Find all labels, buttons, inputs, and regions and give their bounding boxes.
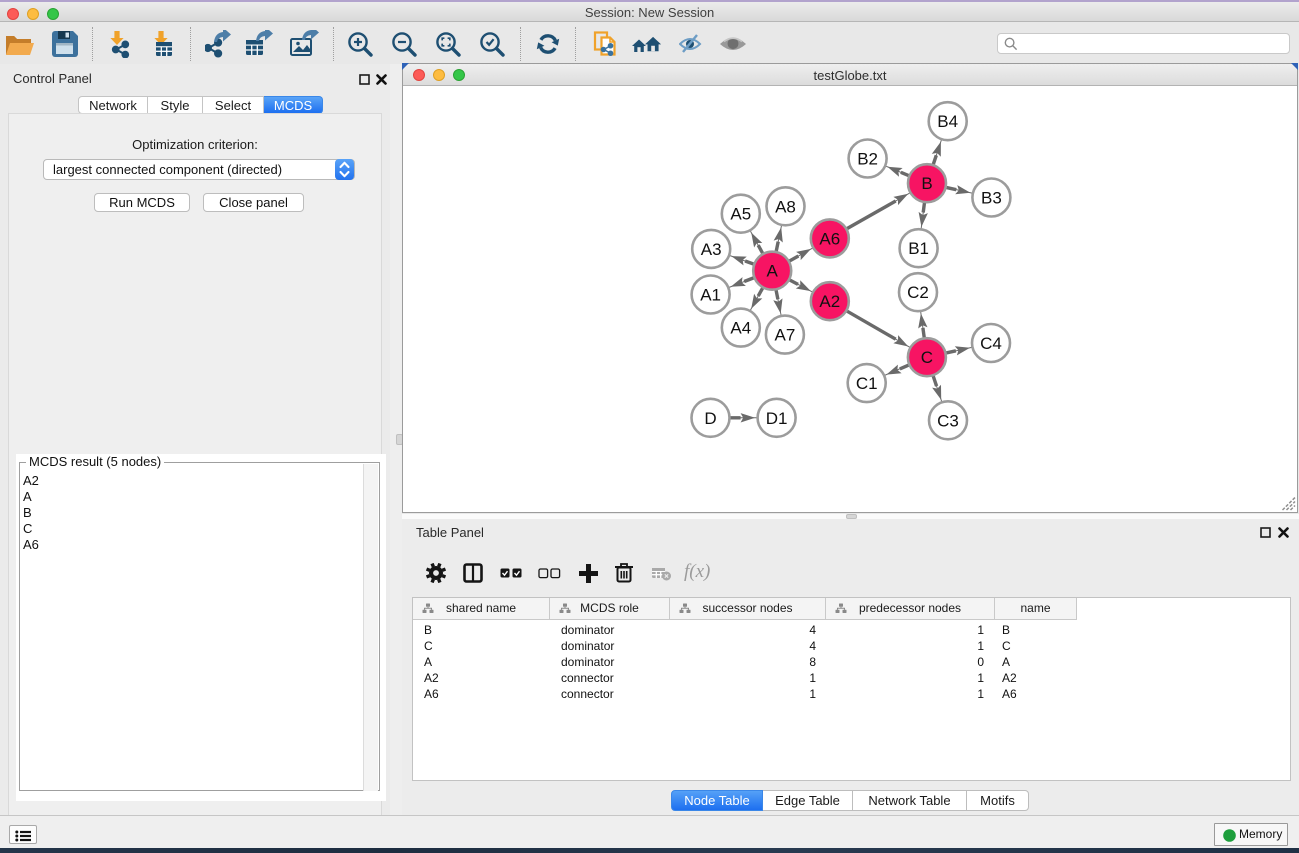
svg-text:A4: A4 [730, 319, 751, 338]
svg-text:D1: D1 [766, 409, 788, 428]
svg-text:A: A [767, 262, 779, 281]
svg-text:C: C [921, 348, 933, 367]
svg-text:A2: A2 [819, 292, 840, 311]
svg-text:A1: A1 [700, 286, 721, 305]
svg-text:B4: B4 [937, 112, 958, 131]
svg-text:B: B [921, 174, 932, 193]
svg-text:A5: A5 [730, 205, 751, 224]
svg-text:B2: B2 [857, 150, 878, 169]
svg-text:D: D [704, 409, 716, 428]
svg-text:A8: A8 [775, 197, 796, 216]
svg-text:A6: A6 [819, 229, 840, 248]
svg-text:A3: A3 [701, 240, 722, 259]
svg-text:C1: C1 [856, 374, 878, 393]
svg-text:A7: A7 [775, 326, 796, 345]
svg-text:C2: C2 [907, 283, 929, 302]
svg-text:C4: C4 [980, 334, 1002, 353]
svg-text:B1: B1 [908, 239, 929, 258]
svg-text:B3: B3 [981, 189, 1002, 208]
svg-text:C3: C3 [937, 411, 959, 430]
